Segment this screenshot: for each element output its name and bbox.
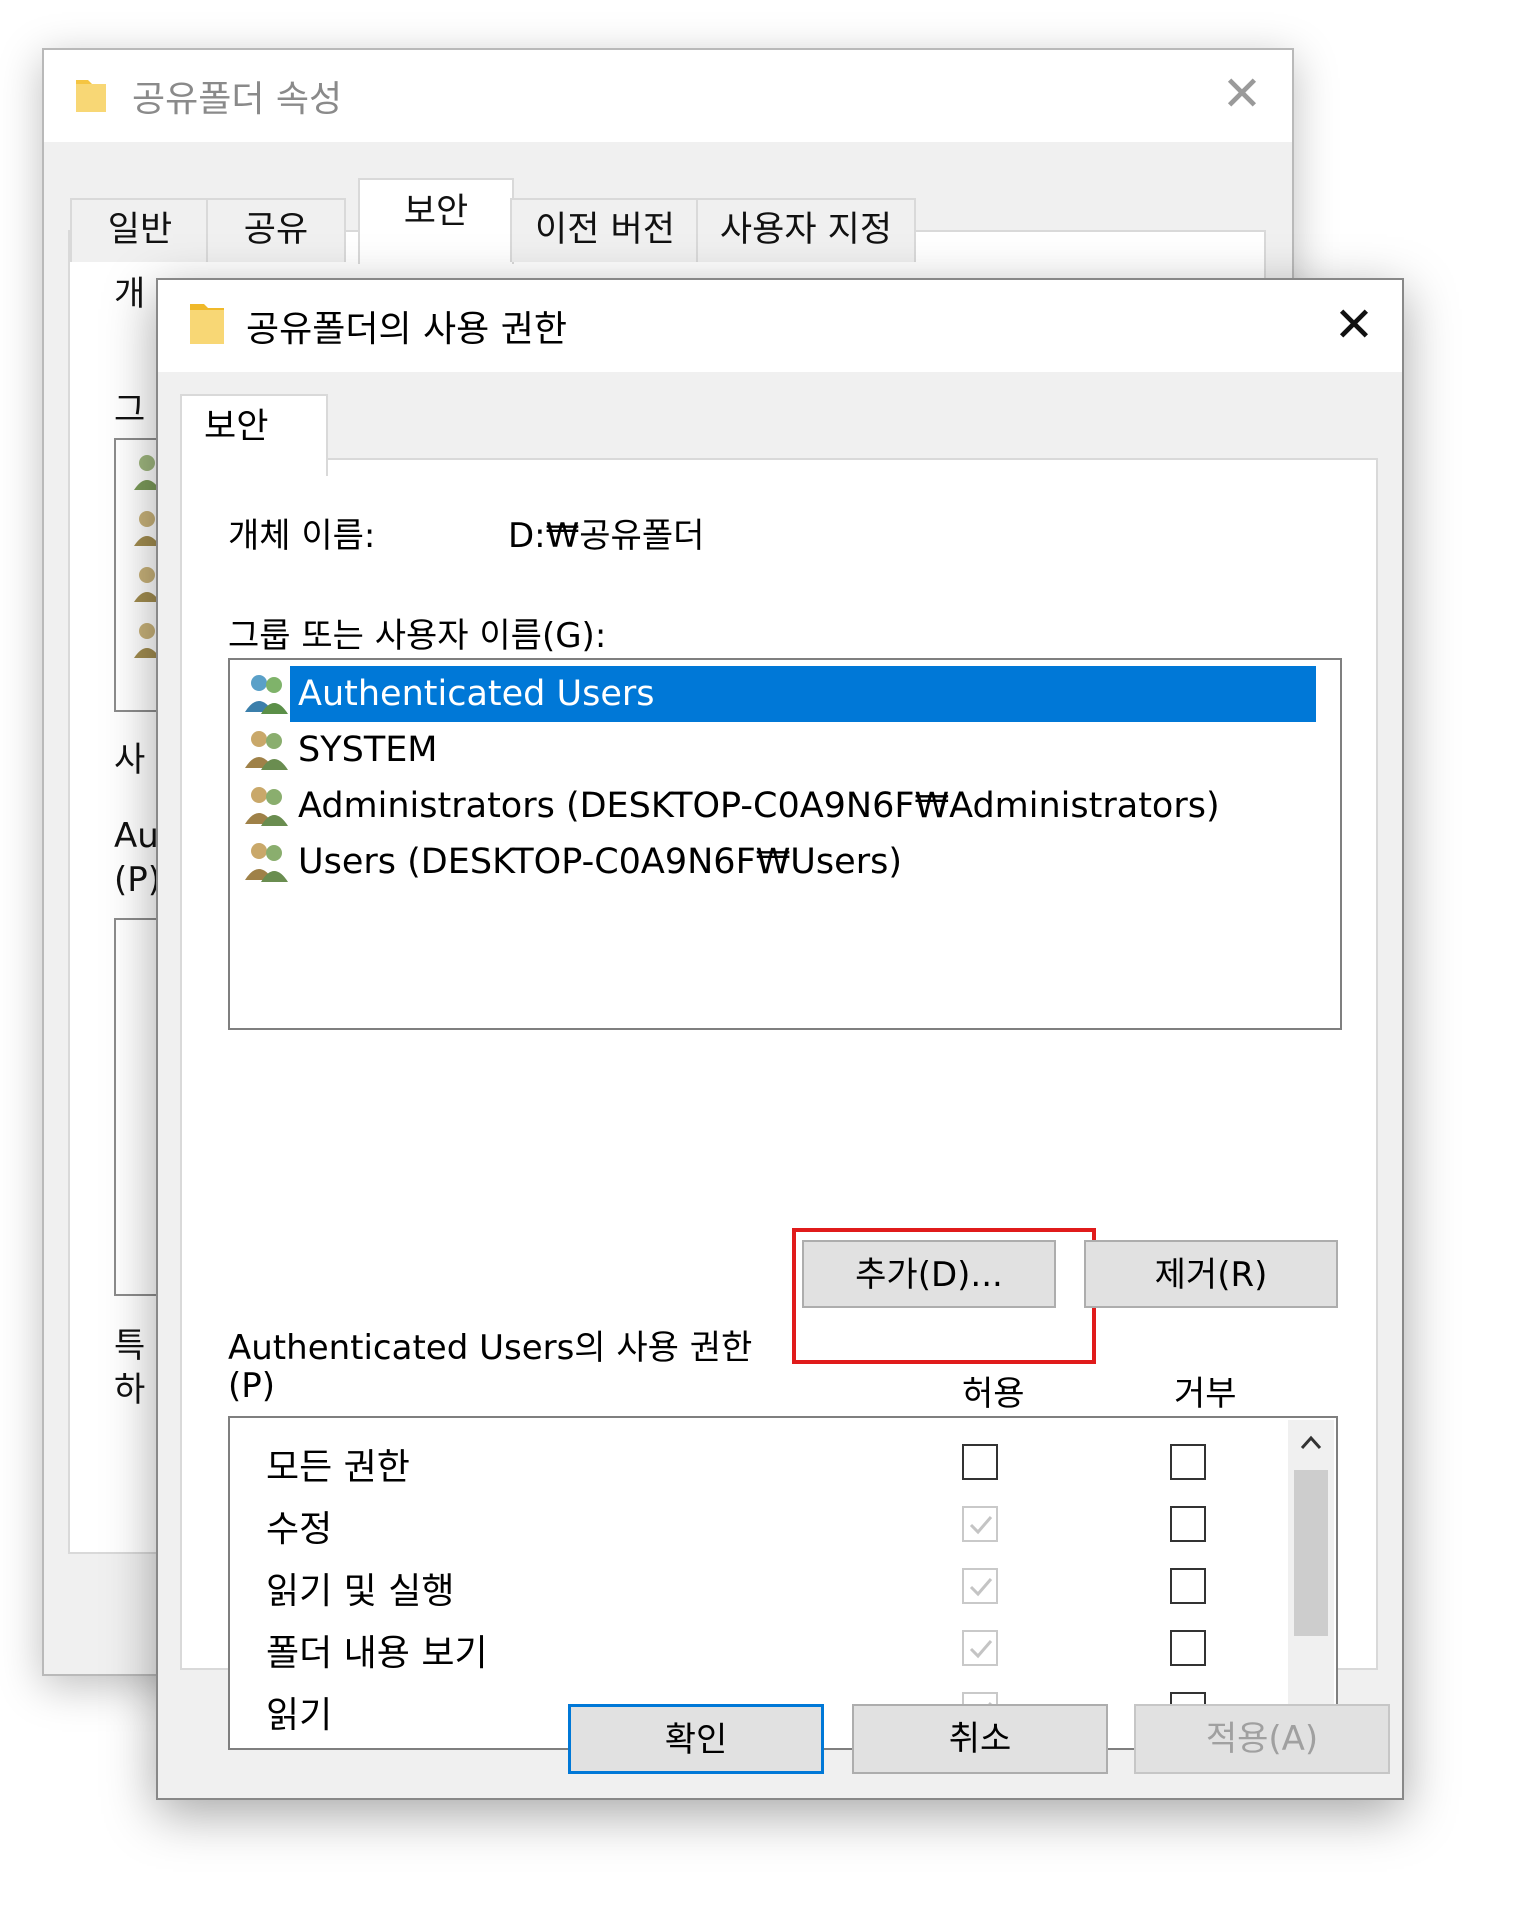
close-icon[interactable]: ✕ bbox=[1214, 62, 1270, 126]
remove-button[interactable]: 제거(R) bbox=[1084, 1240, 1338, 1308]
permissions-list: 모든 권한 수정 읽기 및 실행 폴더 내용 보기 읽기 bbox=[228, 1416, 1338, 1750]
permission-label-fragment: Au bbox=[114, 816, 159, 856]
object-name-value: D:₩공유폴더 bbox=[508, 516, 705, 556]
user-name: Authenticated Users bbox=[290, 666, 1316, 722]
list-item[interactable]: Users (DESKTOP-C0A9N6F₩Users) bbox=[242, 834, 910, 890]
tab-customize[interactable]: 사용자 지정 bbox=[696, 198, 916, 262]
allow-checkbox bbox=[962, 1630, 998, 1666]
user-group-icon bbox=[245, 843, 288, 882]
allow-checkbox[interactable] bbox=[962, 1444, 998, 1480]
user-group-icon bbox=[245, 675, 288, 714]
tab-sharing[interactable]: 공유 bbox=[206, 198, 346, 262]
scrollbar-thumb[interactable] bbox=[1294, 1470, 1328, 1636]
permission-row: 수정 bbox=[230, 1492, 1280, 1554]
permissions-dialog: 공유폴더의 사용 권한 ✕ 보안 개체 이름: D:₩공유폴더 그룹 또는 사용… bbox=[156, 278, 1404, 1800]
permission-row: 모든 권한 bbox=[230, 1430, 1280, 1492]
apply-button[interactable]: 적용(A) bbox=[1134, 1704, 1390, 1774]
user-name: SYSTEM bbox=[298, 730, 438, 770]
folder-icon bbox=[190, 304, 224, 344]
permission-row: 읽기 및 실행 bbox=[230, 1554, 1280, 1616]
allow-checkbox bbox=[962, 1568, 998, 1604]
user-name: Administrators (DESKTOP-C0A9N6F₩Administ… bbox=[298, 786, 1220, 826]
permissions-label: Authenticated Users의 사용 권한 bbox=[228, 1328, 753, 1368]
chevron-up-icon[interactable] bbox=[1288, 1420, 1334, 1466]
security-panel: 개체 이름: D:₩공유폴더 그룹 또는 사용자 이름(G): Authenti… bbox=[180, 458, 1378, 1750]
folder-icon bbox=[76, 80, 106, 112]
user-name: Users (DESKTOP-C0A9N6F₩Users) bbox=[298, 842, 902, 882]
check-icon bbox=[969, 1640, 993, 1659]
permission-name: 읽기 bbox=[266, 1695, 333, 1736]
add-button[interactable]: 추가(D)... bbox=[802, 1240, 1056, 1308]
permission-label-fragment-2: (P) bbox=[114, 860, 162, 900]
user-list[interactable]: Authenticated Users SYSTEM Administrator… bbox=[228, 658, 1342, 1030]
deny-checkbox[interactable] bbox=[1170, 1506, 1206, 1542]
permission-name: 수정 bbox=[266, 1509, 333, 1550]
list-item[interactable]: Authenticated Users bbox=[242, 666, 1316, 722]
permission-name: 폴더 내용 보기 bbox=[266, 1633, 488, 1674]
group-user-label: 그룹 또는 사용자 이름(G): bbox=[228, 616, 607, 656]
permission-row: 폴더 내용 보기 bbox=[230, 1616, 1280, 1678]
tab-general[interactable]: 일반 bbox=[70, 198, 210, 262]
tab-security[interactable]: 보안 bbox=[358, 178, 514, 264]
user-group-icon bbox=[245, 731, 288, 770]
dialog-title: 공유폴더의 사용 권한 bbox=[246, 309, 567, 350]
deny-checkbox[interactable] bbox=[1170, 1444, 1206, 1480]
cancel-button[interactable]: 취소 bbox=[852, 1704, 1108, 1774]
allow-column-header: 허용 bbox=[962, 1374, 1025, 1414]
special-label-fragment: 특 bbox=[114, 1326, 146, 1366]
deny-column-header: 거부 bbox=[1174, 1374, 1237, 1414]
dialog-titlebar: 공유폴더의 사용 권한 ✕ bbox=[158, 280, 1402, 372]
tab-previous-versions[interactable]: 이전 버전 bbox=[510, 198, 700, 262]
group-label-fragment: 그 bbox=[114, 390, 146, 430]
allow-checkbox bbox=[962, 1506, 998, 1542]
tab-security[interactable]: 보안 bbox=[180, 394, 328, 476]
special-label-fragment-2: 하 bbox=[114, 1370, 146, 1410]
edit-label-fragment: 사 bbox=[114, 740, 146, 780]
object-name-label: 개체 이름: bbox=[228, 516, 376, 556]
close-icon[interactable]: ✕ bbox=[1324, 292, 1384, 358]
deny-checkbox[interactable] bbox=[1170, 1568, 1206, 1604]
user-group-icon bbox=[245, 787, 288, 826]
permissions-scrollbar[interactable] bbox=[1288, 1420, 1334, 1746]
check-icon bbox=[969, 1578, 993, 1597]
ok-button[interactable]: 확인 bbox=[568, 1704, 824, 1774]
permission-name: 읽기 및 실행 bbox=[266, 1571, 455, 1612]
list-item[interactable]: SYSTEM bbox=[242, 722, 446, 778]
deny-checkbox[interactable] bbox=[1170, 1630, 1206, 1666]
object-label-fragment: 개 bbox=[114, 274, 146, 314]
check-icon bbox=[969, 1516, 993, 1535]
properties-titlebar: 공유폴더 속성 ✕ bbox=[44, 50, 1292, 142]
list-item[interactable]: Administrators (DESKTOP-C0A9N6F₩Administ… bbox=[242, 778, 1228, 834]
permissions-label-accel: (P) bbox=[228, 1366, 276, 1406]
properties-title: 공유폴더 속성 bbox=[132, 79, 343, 120]
permission-name: 모든 권한 bbox=[266, 1447, 410, 1488]
